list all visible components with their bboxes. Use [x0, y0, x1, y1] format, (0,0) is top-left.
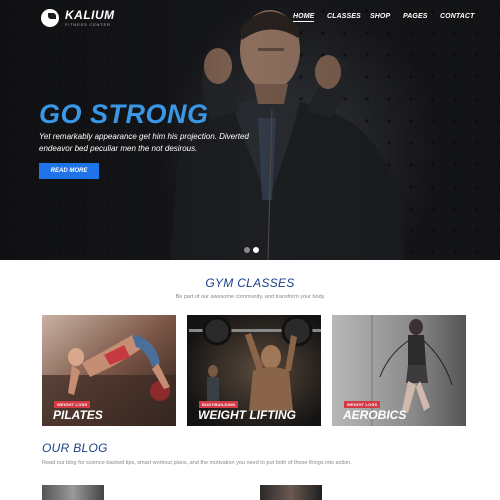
nav-classes[interactable]: CLASSES — [327, 13, 361, 20]
read-more-button[interactable]: READ MORE — [39, 163, 99, 179]
class-card-weight-lifting[interactable]: BODYBUILDING WEIGHT LIFTING — [187, 315, 321, 426]
class-badge: BODYBUILDING — [199, 401, 239, 408]
blog-subtitle: Read our blog for science-backed tips, s… — [42, 460, 352, 466]
hero-description: Yet remarkably appearance get him his pr… — [39, 132, 249, 153]
class-card-aerobics[interactable]: WEIGHT LOSS AEROBICS — [332, 315, 466, 426]
brand-tagline: FITNESS CENTER — [65, 22, 111, 27]
slide-dot-2[interactable] — [253, 247, 259, 253]
slide-dot-1[interactable] — [244, 247, 250, 253]
nav-contact[interactable]: CONTACT — [440, 13, 474, 20]
class-title: PILATES — [53, 408, 103, 422]
blog-thumbnail-2[interactable] — [260, 485, 322, 500]
brand-logo[interactable]: KALIUM FITNESS CENTER — [41, 9, 115, 27]
class-title: AEROBICS — [343, 408, 407, 422]
nav-shop[interactable]: SHOP — [370, 13, 390, 20]
nav-pages[interactable]: PAGES — [403, 13, 428, 20]
logo-icon — [41, 9, 59, 27]
nav-home[interactable]: HOME — [293, 13, 315, 22]
classes-subtitle: Be part of our awesome community, and tr… — [175, 294, 325, 300]
slider-pagination — [244, 247, 262, 253]
hero-title: GO STRONG — [39, 99, 209, 129]
main-navigation: KALIUM FITNESS CENTER HOME CLASSES SHOP … — [0, 0, 500, 36]
classes-heading: GYM CLASSES — [205, 276, 295, 290]
blog-thumbnail-1[interactable] — [42, 485, 104, 500]
hero-slider: KALIUM FITNESS CENTER HOME CLASSES SHOP … — [0, 0, 500, 260]
class-card-pilates[interactable]: WEIGHT LOSS PILATES — [42, 315, 176, 426]
class-badge: WEIGHT LOSS — [344, 401, 381, 408]
brand-name: KALIUM — [65, 8, 115, 22]
class-badge: WEIGHT LOSS — [54, 401, 91, 408]
blog-heading: OUR BLOG — [42, 441, 108, 455]
class-title: WEIGHT LIFTING — [198, 408, 296, 422]
